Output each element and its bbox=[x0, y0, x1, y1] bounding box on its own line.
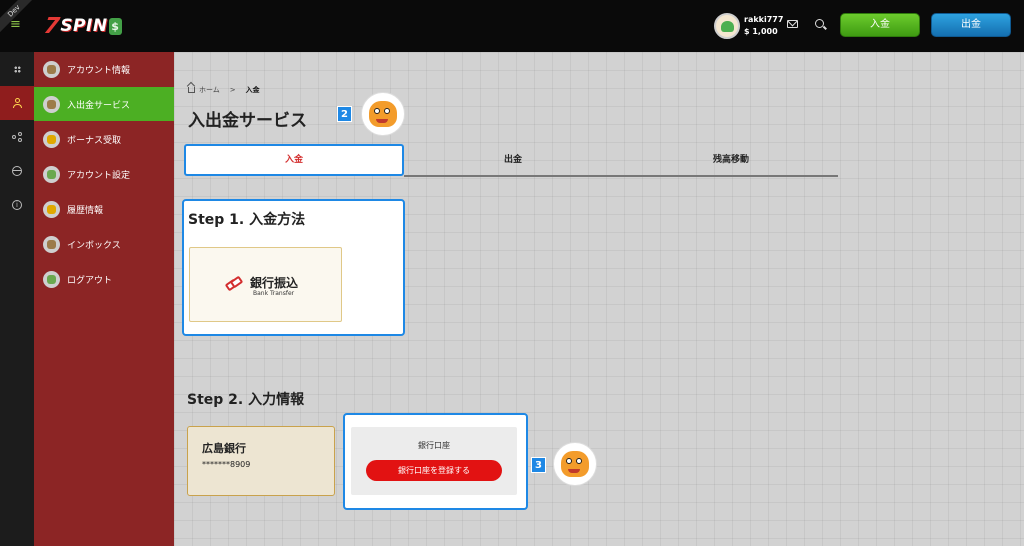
payment-tabs: 入金 出金 残高移動 bbox=[184, 144, 840, 177]
breadcrumb-home[interactable]: ホーム bbox=[199, 85, 220, 95]
mascot-icon bbox=[362, 93, 404, 135]
sidebar-item-inbox[interactable]: インボックス bbox=[34, 227, 174, 261]
info-icon: i bbox=[12, 200, 22, 210]
rail-language[interactable] bbox=[0, 154, 34, 188]
sidebar-item-label: アカウント設定 bbox=[67, 170, 131, 181]
search-icon[interactable] bbox=[815, 19, 824, 28]
logo-coin: $ bbox=[108, 17, 122, 35]
rail-dashboard[interactable] bbox=[0, 52, 34, 86]
sidebar-item-bonus[interactable]: ボーナス受取 bbox=[34, 122, 174, 156]
annotation-badge-3: 3 bbox=[531, 457, 546, 473]
settings-icon bbox=[43, 165, 60, 183]
page-title: 入出金サービス bbox=[188, 111, 307, 131]
logo-spin: SPIN bbox=[60, 16, 108, 36]
register-bank-account-button[interactable]: 銀行口座を登録する bbox=[366, 460, 502, 481]
main-content: ホーム > 入金 入出金サービス 2 入金 出金 残高移動 Step 1. 入金… bbox=[174, 52, 1024, 546]
dots-icon bbox=[13, 65, 21, 73]
deposit-withdraw-icon bbox=[43, 95, 60, 113]
user-balance: $ 1,000 bbox=[744, 27, 778, 36]
sidebar-item-account-info[interactable]: アカウント情報 bbox=[34, 52, 174, 86]
step2-title: Step 2. 入力情報 bbox=[187, 392, 305, 408]
deposit-button[interactable]: 入金 bbox=[840, 13, 920, 37]
home-icon bbox=[188, 87, 195, 93]
bank-transfer-label: 銀行振込 bbox=[250, 276, 299, 290]
history-icon bbox=[43, 200, 60, 218]
breadcrumb: ホーム > 入金 bbox=[188, 85, 260, 95]
sidebar-item-logout[interactable]: ログアウト bbox=[34, 262, 174, 296]
hamburger-menu-icon[interactable]: ≡ bbox=[10, 17, 21, 32]
account-sidebar: アカウント情報 入出金サービス ボーナス受取 アカウント設定 履歴情報 インボッ… bbox=[34, 52, 174, 546]
site-logo[interactable]: 7 SPIN $ bbox=[42, 12, 122, 40]
bank-account-panel: 銀行口座 銀行口座を登録する bbox=[343, 413, 528, 510]
step1-title: Step 1. 入金方法 bbox=[188, 212, 306, 228]
tab-deposit[interactable]: 入金 bbox=[184, 144, 404, 176]
rail-share[interactable] bbox=[0, 120, 34, 154]
share-icon bbox=[12, 132, 22, 142]
masked-account-number: *******8909 bbox=[202, 460, 251, 469]
bank-transfer-card[interactable]: 銀行振込 Bank Transfer bbox=[189, 247, 342, 322]
user-avatar[interactable] bbox=[714, 13, 740, 39]
user-name: rakki777 bbox=[744, 15, 784, 24]
sidebar-item-label: 履歴情報 bbox=[67, 205, 104, 216]
top-header: Dev ≡ 7 SPIN $ rakki777 $ 1,000 入金 出金 bbox=[0, 0, 1024, 52]
tab-withdraw[interactable]: 出金 bbox=[404, 144, 622, 176]
bank-name: 広島銀行 bbox=[202, 442, 246, 455]
bank-transfer-sublabel: Bank Transfer bbox=[253, 290, 295, 297]
bank-account-label: 銀行口座 bbox=[418, 441, 450, 450]
sidebar-item-label: ログアウト bbox=[67, 275, 113, 286]
bonus-icon bbox=[43, 130, 60, 148]
sidebar-item-label: アカウント情報 bbox=[67, 65, 131, 76]
breadcrumb-separator: > bbox=[229, 86, 236, 94]
step1-panel: Step 1. 入金方法 銀行振込 Bank Transfer bbox=[182, 199, 405, 336]
icon-rail: i bbox=[0, 52, 34, 546]
breadcrumb-current: 入金 bbox=[245, 86, 260, 94]
mail-icon[interactable] bbox=[787, 20, 798, 28]
sidebar-item-history[interactable]: 履歴情報 bbox=[34, 192, 174, 226]
sidebar-item-label: インボックス bbox=[67, 240, 121, 251]
globe-icon bbox=[12, 166, 22, 176]
bank-account-inner: 銀行口座 銀行口座を登録する bbox=[351, 427, 517, 495]
withdraw-button[interactable]: 出金 bbox=[931, 13, 1011, 37]
logout-icon bbox=[43, 270, 60, 288]
account-info-icon bbox=[43, 60, 60, 78]
rail-info[interactable]: i bbox=[0, 188, 34, 222]
tab-balance-transfer[interactable]: 残高移動 bbox=[622, 144, 840, 176]
bank-transfer-icon bbox=[224, 275, 245, 293]
sidebar-item-label: 入出金サービス bbox=[67, 100, 131, 111]
sidebar-item-deposit-withdraw[interactable]: 入出金サービス bbox=[34, 87, 174, 121]
mascot-icon bbox=[554, 443, 596, 485]
logo-seven: 7 bbox=[42, 13, 62, 39]
sidebar-item-account-settings[interactable]: アカウント設定 bbox=[34, 157, 174, 191]
saved-bank-card[interactable]: 広島銀行 *******8909 bbox=[187, 426, 335, 496]
inbox-icon bbox=[43, 235, 60, 253]
annotation-badge-2: 2 bbox=[337, 106, 352, 122]
rail-account[interactable] bbox=[0, 86, 34, 120]
sidebar-item-label: ボーナス受取 bbox=[67, 135, 122, 146]
user-icon bbox=[12, 98, 22, 108]
